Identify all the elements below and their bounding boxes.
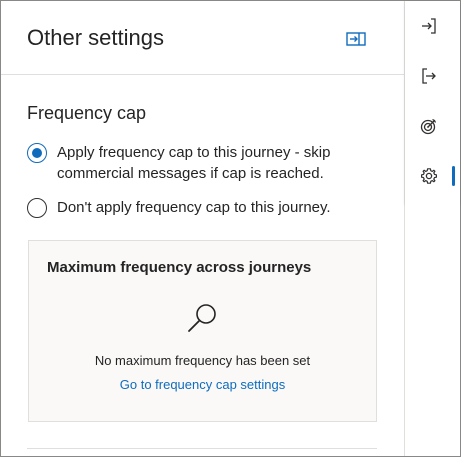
dont-apply-frequency-cap-label: Don't apply frequency cap to this journe… [57,199,331,216]
collapse-panel-button[interactable] [343,27,369,51]
gear-icon [421,168,437,184]
search-icon [188,304,216,332]
apply-frequency-cap-radio[interactable] [27,143,47,163]
divider [27,448,377,449]
frequency-cap-heading: Frequency cap [27,103,147,123]
frequency-cap-settings-link[interactable]: Go to frequency cap settings [29,377,376,392]
other-settings-panel: Other settings Frequency cap Apply frequ… [1,1,405,456]
rail-target-button[interactable] [413,110,445,142]
max-frequency-card: Maximum frequency across journeys No max… [28,240,377,422]
target-icon [420,118,437,135]
max-frequency-card-title: Maximum frequency across journeys [47,259,312,276]
no-max-frequency-message: No maximum frequency has been set [94,353,311,368]
rail-active-indicator [452,166,455,186]
panel-header: Other settings [1,1,404,75]
rail-settings-button[interactable] [413,160,445,192]
panel-title: Other settings [27,25,164,50]
side-rail [405,1,460,204]
dont-apply-frequency-cap-radio[interactable] [27,198,47,218]
sign-in-icon [422,18,436,34]
rail-sign-out-button[interactable] [413,60,445,92]
collapse-panel-icon [346,32,366,46]
dont-apply-frequency-cap-option[interactable]: Don't apply frequency cap to this journe… [27,197,357,218]
rail-sign-in-button[interactable] [413,10,445,42]
apply-frequency-cap-option[interactable]: Apply frequency cap to this journey - sk… [27,142,357,184]
apply-frequency-cap-label: Apply frequency cap to this journey - sk… [57,144,331,182]
sign-out-icon [422,68,436,84]
rail-background [405,204,460,456]
